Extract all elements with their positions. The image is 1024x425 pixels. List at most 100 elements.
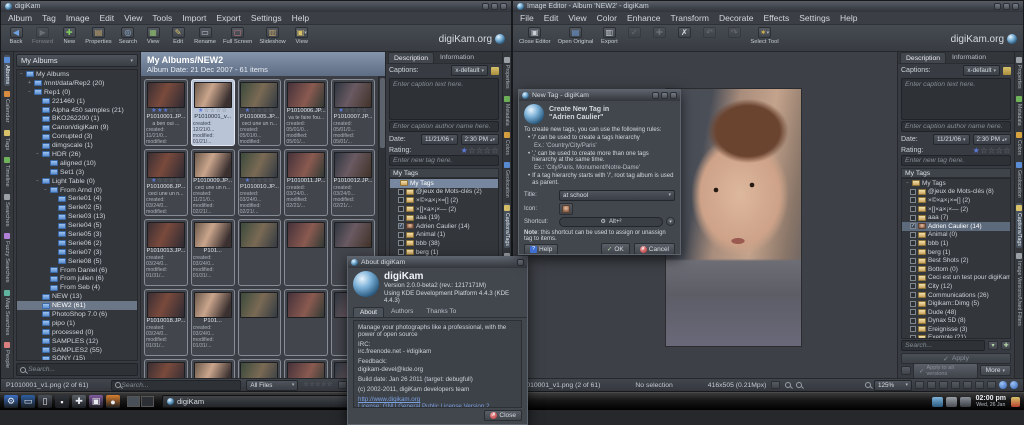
apply-all-button[interactable]: ✓Apply to all versions xyxy=(913,363,978,379)
album-tree-item[interactable]: BKO262200 (1) xyxy=(17,114,137,123)
thumbnail-cell[interactable]: P1010006.JP...va te faire fou...created:… xyxy=(284,79,328,146)
computer-icon[interactable]: ▯ xyxy=(38,395,52,408)
author-field[interactable] xyxy=(389,121,499,132)
apply-button[interactable]: ✓ xyxy=(625,27,643,45)
album-tree-item[interactable]: pipo (1) xyxy=(17,319,137,328)
show-desktop-icon[interactable]: ▭ xyxy=(21,395,35,408)
menu-item-transform[interactable]: Transform xyxy=(671,13,709,23)
album-tree-item[interactable]: NEW2 (61) xyxy=(17,301,137,310)
tag-checkbox[interactable] xyxy=(910,249,916,255)
search-button[interactable]: ◎Search xyxy=(119,27,137,45)
thumbnail-cell[interactable] xyxy=(144,359,188,378)
caption-author-input[interactable] xyxy=(905,123,1007,130)
about-tab-authors[interactable]: Authors xyxy=(385,307,419,317)
tab-information[interactable]: Information xyxy=(435,52,479,63)
tag-item[interactable]: ×©×a×¡×=[] (2) xyxy=(390,196,498,205)
rename-button[interactable]: ▭Rename xyxy=(194,27,216,45)
thumbnail-cell[interactable]: ★☆☆☆☆P1010005.JP...ceci une un n...creat… xyxy=(238,79,282,146)
panel-tab-metadata[interactable]: Metadata xyxy=(504,94,510,128)
album-tree-item[interactable]: −Rep1 (0) xyxy=(17,88,137,97)
tag-checkbox[interactable] xyxy=(910,240,916,246)
tag-item[interactable]: Animal (0) xyxy=(902,231,1010,240)
help-button[interactable]: ? Help xyxy=(524,244,558,254)
album-tree-item[interactable]: Serie02 (5) xyxy=(17,203,137,212)
menu-item-tag[interactable]: Tag xyxy=(42,13,56,23)
color-managed-icon[interactable] xyxy=(999,381,1007,389)
album-tree-item[interactable]: Serie03 (13) xyxy=(17,212,137,221)
tag-checkbox[interactable] xyxy=(398,240,404,246)
zoom-combo[interactable]: 125% ▾ xyxy=(874,380,912,391)
caption-author-input[interactable] xyxy=(393,123,495,130)
thumbnail-cell[interactable] xyxy=(238,359,282,378)
pan-icon[interactable] xyxy=(951,381,960,389)
tag-item[interactable]: aaa (7) xyxy=(902,213,1010,222)
album-tree-item[interactable]: dimgscale (1) xyxy=(17,141,137,150)
tag-item[interactable]: Digikam::Dimg (5) xyxy=(902,299,1010,308)
tab-description[interactable]: Description xyxy=(900,52,946,63)
close-button[interactable] xyxy=(1012,3,1019,10)
terminal-icon[interactable]: ▪ xyxy=(55,395,69,408)
album-tree-item[interactable]: SONY (15) xyxy=(17,355,137,362)
view-button[interactable]: ▣▾View xyxy=(293,27,311,45)
tag-item[interactable]: berg (1) xyxy=(902,248,1010,257)
tag-checkbox[interactable] xyxy=(910,232,916,238)
rating-filter[interactable]: ☆☆☆☆☆ xyxy=(303,382,332,388)
zoom-100-icon[interactable] xyxy=(939,381,948,389)
album-tree-item[interactable]: Canon/digiKam (9) xyxy=(17,123,137,132)
thumbnail-cell[interactable]: ★☆☆☆☆P1010007.JP...created: 05/01/0...mo… xyxy=(331,79,375,146)
thumbnail-cell[interactable]: ★☆☆☆☆P1010010.JP...created: 03/24/0...mo… xyxy=(238,149,282,216)
tag-add-button[interactable]: ✚ xyxy=(1001,341,1011,350)
thumbnail-cell[interactable]: P1010013.JP...created: 03/24/0...modifie… xyxy=(144,219,188,286)
album-tree-item[interactable]: processed (0) xyxy=(17,328,137,337)
tag-item[interactable]: bbb (38) xyxy=(390,239,498,248)
album-tree-item[interactable]: Alpha 450 samples (21) xyxy=(17,106,137,115)
rotate-left-icon[interactable] xyxy=(963,381,972,389)
caption-input[interactable] xyxy=(393,79,495,119)
date-combo[interactable]: 11/21/06▾ xyxy=(933,134,970,145)
ok-button[interactable]: ✓ OK xyxy=(601,243,630,254)
about-link[interactable]: License: GNU General Public License Vers… xyxy=(358,403,517,408)
forward-button[interactable]: ▶Forward xyxy=(32,27,53,45)
album-tree-item[interactable]: Serie05 (3) xyxy=(17,230,137,239)
undo-button[interactable]: ↶ xyxy=(700,27,718,45)
tag-item[interactable]: Dude (48) xyxy=(902,308,1010,317)
panel-tab-captions-tags[interactable]: Captions/Tags xyxy=(504,203,510,248)
tag-item[interactable]: Dynax 5D (8) xyxy=(902,317,1010,326)
tag-item[interactable]: ✓Adrien Caulier (14) xyxy=(902,222,1010,231)
panel-tab-image-versions-used-filters[interactable]: Image Versions/Used Filters xyxy=(1016,251,1022,328)
new-button[interactable]: ✚New xyxy=(60,27,78,45)
thumbnail-cell[interactable]: ★★★☆☆P1010001.JP...a ben oui ...created:… xyxy=(144,79,188,146)
tag-checkbox[interactable] xyxy=(910,309,916,315)
expander-icon[interactable]: − xyxy=(43,187,48,193)
redo-button[interactable]: ↷ xyxy=(725,27,743,45)
tag-item[interactable]: Ceci est un test pour digiKam (2) xyxy=(902,274,1010,283)
flip-icon[interactable] xyxy=(987,381,996,389)
display-tray-icon[interactable] xyxy=(932,397,943,407)
close-icon[interactable] xyxy=(517,259,524,266)
printer-icon[interactable] xyxy=(901,366,911,375)
album-tree-item[interactable]: −HDR (26) xyxy=(17,150,137,159)
tag-checkbox[interactable] xyxy=(910,266,916,272)
about-link[interactable]: http://www.digikam.org xyxy=(358,396,517,403)
panel-tab-geolocation[interactable]: Geolocation xyxy=(504,160,510,200)
album-search-input[interactable] xyxy=(28,366,134,373)
reset-shortcut-button[interactable]: ▾ xyxy=(666,217,675,226)
expander-icon[interactable]: − xyxy=(27,89,32,95)
status-search-input[interactable] xyxy=(121,382,237,389)
panel-tab-metadata[interactable]: Metadata xyxy=(1016,94,1022,128)
edit-button[interactable]: ✎Edit xyxy=(169,27,187,45)
tag-item[interactable]: Ereignisse (3) xyxy=(902,325,1010,334)
menu-item-export[interactable]: Export xyxy=(216,13,241,23)
album-tree-item[interactable]: +/mnt/data/Rep2 (20) xyxy=(17,79,137,88)
properties-button[interactable]: ▤Properties xyxy=(85,27,111,45)
thumbnail-cell[interactable]: P101...created: 03/24/0...modified: 01/3… xyxy=(191,289,235,356)
thumbnail-cell[interactable]: P1010012.JP...created: 03/24/0...modifie… xyxy=(331,149,375,216)
tag-item[interactable]: @jeux de Mots-clés (8) xyxy=(902,188,1010,197)
new-tag-field[interactable] xyxy=(389,155,499,166)
sidebar-tab-fuzzy-searches[interactable]: Fuzzy Searches xyxy=(4,231,10,285)
album-tree-item[interactable]: aligned (10) xyxy=(17,159,137,168)
tag-checkbox[interactable] xyxy=(910,189,916,195)
thumbnail-cell[interactable] xyxy=(284,359,328,378)
cancel-button[interactable]: ✗ Cancel xyxy=(634,243,675,254)
thumbnail-cell[interactable] xyxy=(191,359,235,378)
